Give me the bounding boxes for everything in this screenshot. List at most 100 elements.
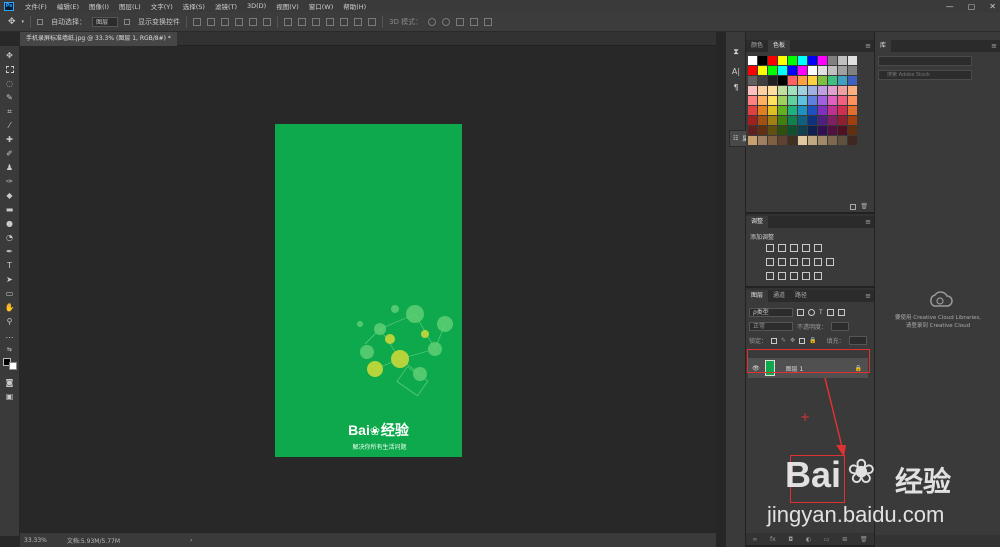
color-swatch[interactable] xyxy=(848,76,857,85)
color-swatch[interactable] xyxy=(778,56,787,65)
align-top-icon[interactable] xyxy=(193,17,202,26)
color-swatch[interactable] xyxy=(788,56,797,65)
color-swatch[interactable] xyxy=(798,116,807,125)
color-swatch[interactable] xyxy=(828,76,837,85)
crop-tool-icon[interactable]: ⌗ xyxy=(4,106,16,117)
new-swatch-icon[interactable] xyxy=(850,204,856,210)
color-swatch[interactable] xyxy=(808,96,817,105)
color-swatch[interactable] xyxy=(838,66,847,75)
lock-all-icon[interactable]: 🔒 xyxy=(809,337,816,344)
color-swatch[interactable] xyxy=(808,116,817,125)
color-swatch[interactable] xyxy=(748,76,757,85)
healing-brush-tool-icon[interactable]: ✚ xyxy=(4,134,16,145)
maximize-button[interactable]: ▢ xyxy=(968,2,976,11)
align-center-icon[interactable] xyxy=(249,17,258,26)
color-swatch[interactable] xyxy=(828,126,837,135)
exposure-icon[interactable] xyxy=(802,244,810,252)
color-swatch[interactable] xyxy=(768,126,777,135)
color-swatch[interactable] xyxy=(838,86,847,95)
tab-adjustments[interactable]: 调整 xyxy=(746,216,769,228)
color-swatch[interactable] xyxy=(778,116,787,125)
color-swatch[interactable] xyxy=(768,106,777,115)
opacity-input[interactable] xyxy=(831,322,850,331)
distribute-center-icon[interactable] xyxy=(340,17,349,26)
menu-edit[interactable]: 编辑(E) xyxy=(52,1,84,11)
color-swatch[interactable] xyxy=(798,106,807,115)
color-swatch[interactable] xyxy=(778,136,787,145)
color-swatch[interactable] xyxy=(778,126,787,135)
paragraph-icon[interactable]: ¶ xyxy=(730,82,742,94)
menu-3d[interactable]: 3D(D) xyxy=(242,2,271,10)
distribute-top-icon[interactable] xyxy=(284,17,293,26)
color-swatch[interactable] xyxy=(798,96,807,105)
color-swatch[interactable] xyxy=(838,136,847,145)
shape-tool-icon[interactable]: ▭ xyxy=(4,288,16,299)
move-tool-icon[interactable]: ✥ xyxy=(4,50,16,61)
chevron-down-icon[interactable]: ▾ xyxy=(22,19,25,25)
color-swatch[interactable] xyxy=(798,86,807,95)
panel-menu-icon[interactable]: ≡ xyxy=(865,218,871,226)
auto-align-icon[interactable] xyxy=(368,17,377,26)
more-tools-icon[interactable]: … xyxy=(4,330,16,341)
color-swatch[interactable] xyxy=(798,56,807,65)
3d-rotate-icon[interactable] xyxy=(428,17,437,26)
menu-image[interactable]: 图像(I) xyxy=(84,1,114,11)
color-swatch[interactable] xyxy=(798,76,807,85)
path-select-tool-icon[interactable]: ➤ xyxy=(4,274,16,285)
quick-select-tool-icon[interactable]: ✎ xyxy=(4,92,16,103)
trash-icon[interactable]: 🗑 xyxy=(860,203,868,210)
color-swatch[interactable] xyxy=(848,96,857,105)
color-swatch[interactable] xyxy=(798,136,807,145)
color-swatch[interactable] xyxy=(838,126,847,135)
color-swatch[interactable] xyxy=(748,116,757,125)
color-swatch[interactable] xyxy=(808,106,817,115)
color-swatch[interactable] xyxy=(828,106,837,115)
color-swatch[interactable] xyxy=(768,66,777,75)
tab-layers[interactable]: 图层 xyxy=(746,290,769,302)
hue-saturation-icon[interactable] xyxy=(766,258,774,266)
lock-pixels-icon[interactable] xyxy=(771,337,778,344)
color-swatch[interactable] xyxy=(788,86,797,95)
color-swatch[interactable] xyxy=(778,66,787,75)
hand-tool-icon[interactable]: ✋ xyxy=(4,302,16,313)
pen-tool-icon[interactable]: ✒ xyxy=(4,246,16,257)
color-swatch[interactable] xyxy=(748,96,757,105)
color-swatch[interactable] xyxy=(808,136,817,145)
color-swatch[interactable] xyxy=(808,126,817,135)
color-swatch[interactable] xyxy=(788,96,797,105)
color-swatch[interactable] xyxy=(758,76,767,85)
menu-select[interactable]: 选择(S) xyxy=(178,1,210,11)
menu-window[interactable]: 窗口(W) xyxy=(304,1,339,11)
tab-color[interactable]: 颜色 xyxy=(746,40,768,52)
color-swatch[interactable] xyxy=(778,86,787,95)
filter-smart-icon[interactable] xyxy=(837,309,845,316)
menu-layer[interactable]: 图层(L) xyxy=(114,1,146,11)
fill-input[interactable] xyxy=(848,336,867,345)
color-swatch[interactable] xyxy=(848,136,857,145)
filter-shape-icon[interactable] xyxy=(826,309,834,316)
stock-search-input[interactable]: 搜索 Adobe Stock xyxy=(878,70,972,80)
color-swatch[interactable] xyxy=(768,56,777,65)
blend-mode-dropdown[interactable]: 正常 xyxy=(749,322,793,331)
align-bottom-icon[interactable] xyxy=(221,17,230,26)
brush-tool-icon[interactable]: ✐ xyxy=(4,148,16,159)
color-swatch[interactable] xyxy=(828,116,837,125)
lock-artboard-icon[interactable] xyxy=(799,337,806,344)
menu-help[interactable]: 帮助(H) xyxy=(338,1,371,11)
color-swatch[interactable] xyxy=(818,86,827,95)
color-swatch[interactable] xyxy=(838,56,847,65)
distribute-bottom-icon[interactable] xyxy=(312,17,321,26)
color-swatch[interactable] xyxy=(788,126,797,135)
tab-channels[interactable]: 通道 xyxy=(768,290,790,302)
color-swatch[interactable] xyxy=(748,86,757,95)
doc-info[interactable]: 文档:5.93M/5.77M xyxy=(67,536,120,545)
brightness-icon[interactable] xyxy=(766,244,774,252)
panel-menu-icon[interactable]: ≡ xyxy=(865,292,871,300)
lock-paint-icon[interactable]: ✎ xyxy=(781,337,786,344)
black-white-icon[interactable] xyxy=(790,258,798,266)
color-swatch[interactable] xyxy=(848,66,857,75)
color-swatch[interactable] xyxy=(818,116,827,125)
threshold-icon[interactable] xyxy=(790,272,798,280)
curves-icon[interactable] xyxy=(790,244,798,252)
color-swatch[interactable] xyxy=(798,126,807,135)
